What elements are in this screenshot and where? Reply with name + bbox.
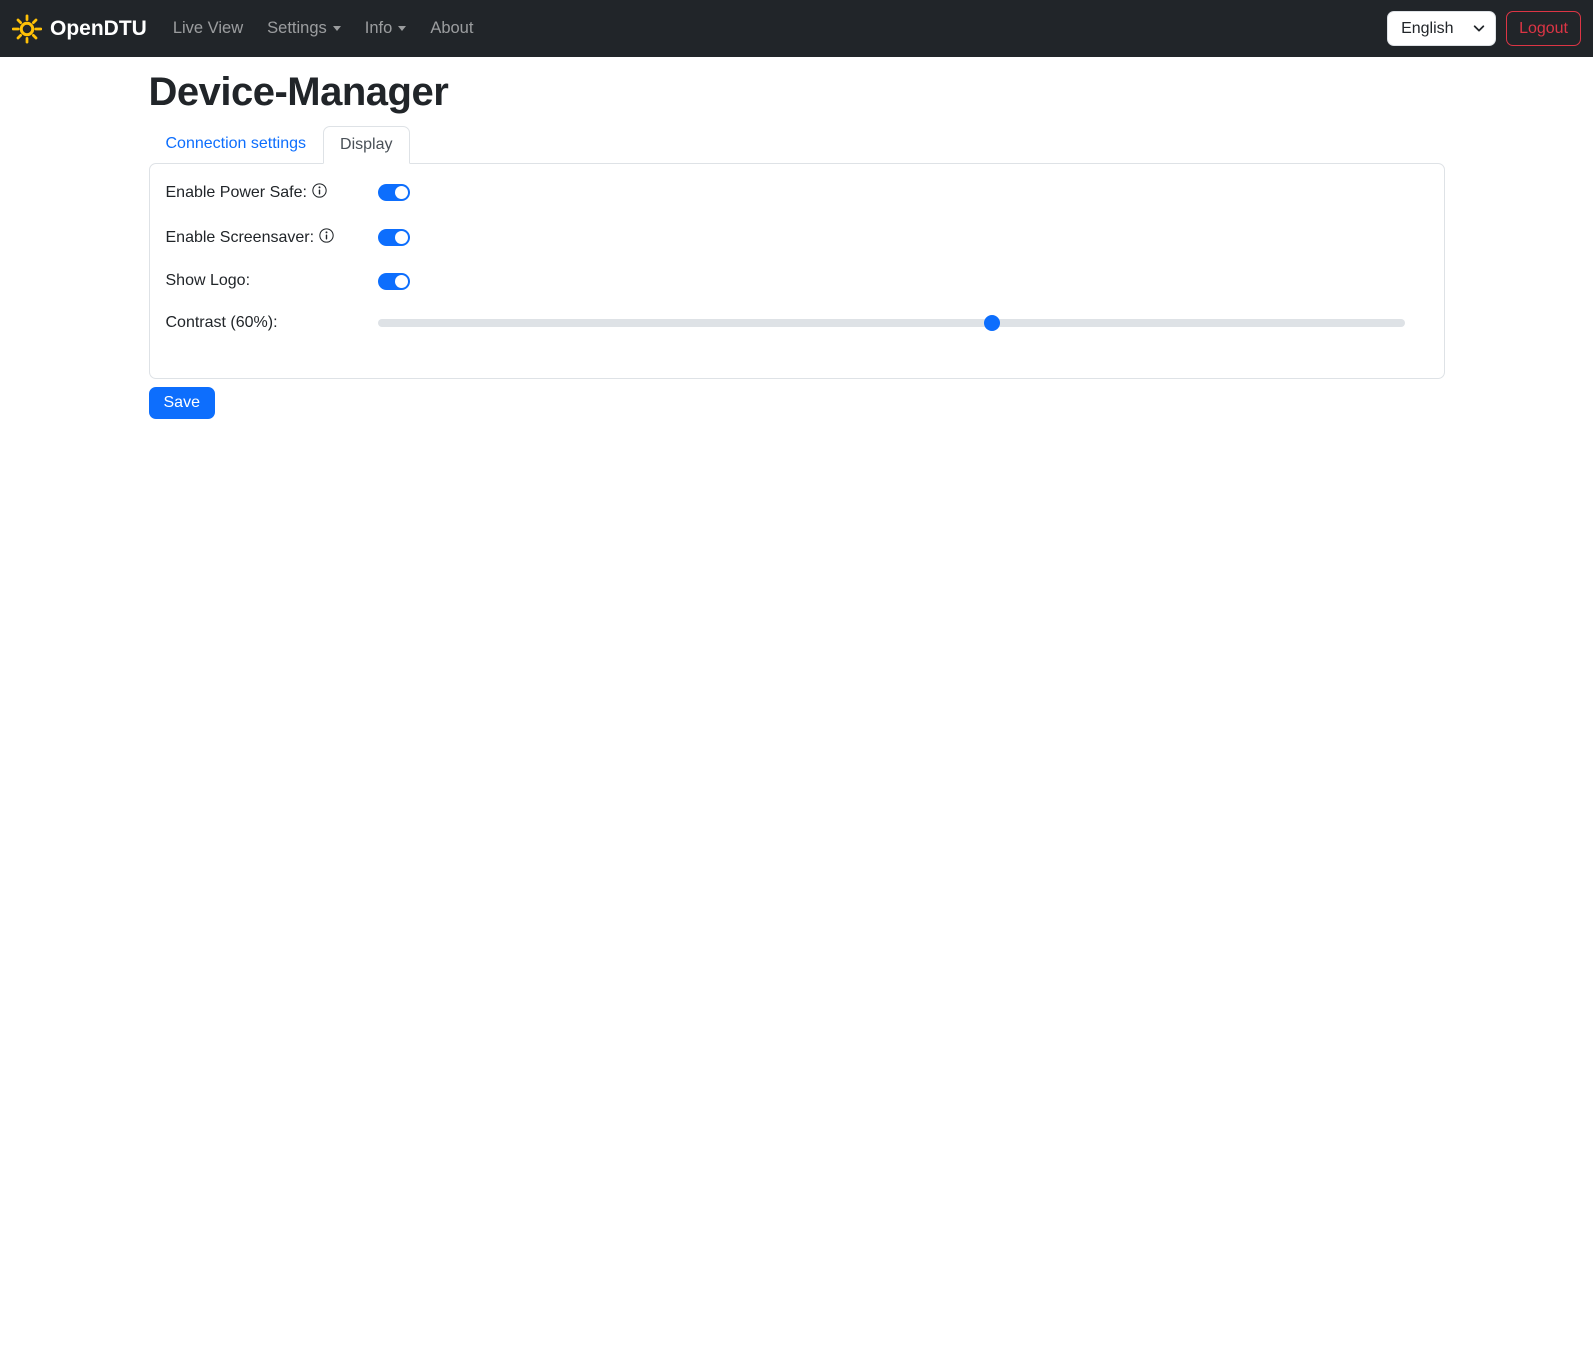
show-logo-toggle[interactable] <box>377 272 410 290</box>
logout-button[interactable]: Logout <box>1506 11 1581 46</box>
form-row-enable-screensaver: Enable Screensaver: <box>166 227 1428 248</box>
navbar: OpenDTU Live View Settings Info About En… <box>0 0 1593 57</box>
contrast-slider[interactable] <box>377 315 1405 331</box>
main-nav: Live View Settings Info About <box>161 11 486 46</box>
toggle-knob <box>394 231 408 244</box>
nav-item-label: Info <box>364 19 393 37</box>
form-row-enable-power-safe: Enable Power Safe: <box>166 182 1428 203</box>
display-settings-card: Enable Power Safe: Enable Screensaver: S… <box>148 163 1445 379</box>
field-label: Enable Screensaver: <box>165 228 315 246</box>
contrast-slider-wrap <box>377 315 1405 331</box>
toggle-knob <box>394 186 408 199</box>
nav-item-settings[interactable]: Settings <box>255 11 353 46</box>
nav-item-info[interactable]: Info <box>353 11 419 46</box>
field-label: Contrast (60%): <box>165 314 278 331</box>
language-select-wrap: English <box>1387 11 1497 46</box>
field-label: Enable Power Safe: <box>165 183 307 201</box>
field-control <box>377 315 1428 331</box>
nav-item-about[interactable]: About <box>418 11 485 46</box>
field-label-group: Enable Power Safe: <box>166 182 378 203</box>
brand-link[interactable]: OpenDTU <box>12 14 147 44</box>
field-control <box>377 229 1428 246</box>
field-label: Show Logo: <box>165 272 251 289</box>
field-label-group: Enable Screensaver: <box>166 227 378 248</box>
enable-power-safe-toggle[interactable] <box>377 184 410 201</box>
page-title: Device-Manager <box>148 70 449 114</box>
nav-item-live-view[interactable]: Live View <box>161 11 255 46</box>
enable-screensaver-toggle[interactable] <box>377 229 410 246</box>
caret-down-icon <box>332 26 341 31</box>
field-control <box>377 184 1428 201</box>
nav-item-label: About <box>430 19 474 37</box>
form-row-contrast: Contrast (60%): <box>166 314 1428 332</box>
navbar-right: English Logout <box>1387 11 1581 46</box>
nav-item-label: Settings <box>267 19 327 37</box>
save-button[interactable]: Save <box>148 387 215 419</box>
toggle-knob <box>394 274 408 288</box>
tab-bar: Connection settings Display <box>149 125 1445 164</box>
field-label-group: Show Logo: <box>166 272 378 290</box>
tab-connection-settings[interactable]: Connection settings <box>149 125 324 163</box>
language-select[interactable]: English <box>1387 11 1497 46</box>
nav-item-label: Live View <box>172 19 244 37</box>
navbar-left: OpenDTU Live View Settings Info About <box>12 11 485 46</box>
field-label-group: Contrast (60%): <box>166 314 378 332</box>
caret-down-icon <box>398 26 407 31</box>
tab-display[interactable]: Display <box>323 126 410 164</box>
field-control <box>377 272 1428 290</box>
sun-icon <box>12 14 42 44</box>
brand-label: OpenDTU <box>50 16 147 40</box>
info-circle-icon[interactable] <box>319 228 334 248</box>
form-row-show-logo: Show Logo: <box>166 272 1428 290</box>
main-content: Device-Manager Connection settings Displ… <box>137 70 1457 419</box>
info-circle-icon[interactable] <box>312 183 327 203</box>
